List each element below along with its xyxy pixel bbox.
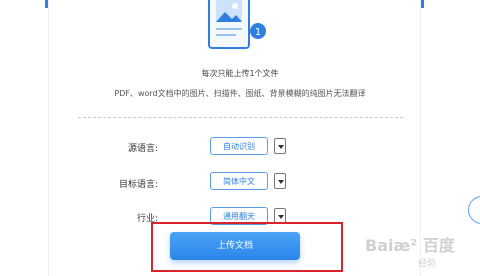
document-upload-icon[interactable]: 1 (203, 0, 267, 50)
baidu-watermark: Baiæ² 百度 (365, 236, 455, 255)
target-language-dropdown[interactable] (274, 173, 286, 189)
translation-upload-panel: 1 每次只能上传1个文件 PDF、word文档中的图片、扫描件、图纸、背景模糊的… (0, 0, 480, 276)
chevron-down-icon (278, 180, 284, 184)
dashed-divider (78, 117, 403, 118)
document-count-badge: 1 (255, 27, 261, 38)
chevron-down-icon (278, 145, 284, 149)
source-language-label: 源语言: (127, 144, 158, 154)
target-language-select[interactable]: 简体中文 (210, 172, 268, 190)
upload-limit-text: 每次只能上传1个文件 (201, 69, 279, 78)
source-language-dropdown[interactable] (274, 138, 286, 154)
baidu-watermark-sub: 经验 (418, 259, 437, 269)
annotation-highlight-box (151, 222, 343, 272)
unsupported-files-note: PDF、word文档中的图片、扫描件、图纸、背景模糊的纯图片无法翻译 (114, 89, 366, 98)
card-edge-left (48, 0, 49, 276)
source-language-select[interactable]: 自动识别 (210, 137, 268, 155)
top-bar-right (421, 0, 424, 8)
side-float-button[interactable] (468, 196, 480, 224)
target-language-label: 目标语言: (118, 180, 158, 190)
top-bar-left (45, 0, 48, 8)
chevron-down-icon (278, 215, 284, 219)
